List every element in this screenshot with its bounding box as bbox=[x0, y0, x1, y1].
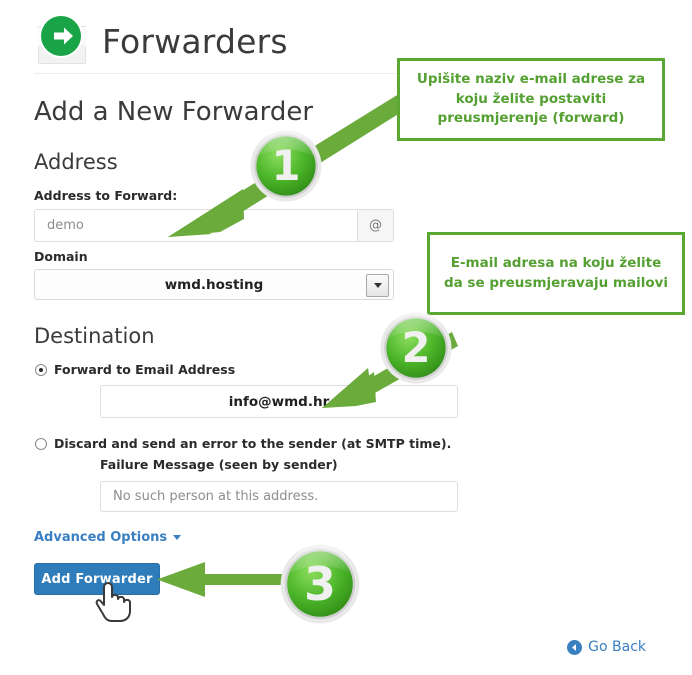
right-arrow-icon bbox=[54, 27, 73, 45]
arrow-left-circle-icon bbox=[567, 639, 583, 655]
radio-forward-label: Forward to Email Address bbox=[54, 362, 236, 377]
annotation-callout-1-text: Upišite naziv e-mail adrese za koju želi… bbox=[416, 71, 646, 127]
address-to-forward-label: Address to Forward: bbox=[34, 188, 178, 203]
radio-forward-to-email[interactable]: Forward to Email Address bbox=[35, 362, 235, 377]
at-symbol-addon: @ bbox=[357, 209, 394, 242]
domain-label: Domain bbox=[34, 249, 88, 264]
annotation-callout-2: E-mail adresa na koju želite da se preus… bbox=[427, 232, 685, 315]
address-section-heading: Address bbox=[34, 150, 118, 174]
destination-section-heading: Destination bbox=[34, 324, 155, 348]
address-input[interactable]: demo bbox=[34, 209, 357, 242]
domain-select[interactable]: wmd.hosting bbox=[34, 269, 394, 300]
step-badge-3-number: 3 bbox=[304, 557, 336, 611]
step-badge-1: 1 bbox=[250, 129, 322, 202]
step-badge-2-number: 2 bbox=[402, 324, 431, 372]
go-back-link[interactable]: Go Back bbox=[567, 639, 646, 655]
page-title: Forwarders bbox=[102, 21, 288, 61]
step-badge-3: 3 bbox=[280, 543, 360, 624]
radio-button-discard[interactable] bbox=[35, 437, 47, 450]
chevron-down-icon[interactable] bbox=[366, 274, 389, 297]
forwarder-envelope-icon bbox=[34, 16, 90, 66]
radio-button-forward[interactable] bbox=[35, 363, 47, 376]
chevron-down-icon bbox=[173, 535, 182, 540]
advanced-options-label: Advanced Options bbox=[34, 530, 168, 545]
annotation-callout-2-text: E-mail adresa na koju želite da se preus… bbox=[443, 254, 669, 291]
radio-discard-and-error[interactable]: Discard and send an error to the sender … bbox=[35, 436, 451, 451]
advanced-options-link[interactable]: Advanced Options bbox=[34, 530, 182, 545]
step-badge-1-number: 1 bbox=[272, 142, 301, 190]
hand-cursor-icon bbox=[95, 582, 131, 622]
annotation-callout-1: Upišite naziv e-mail adrese za koju želi… bbox=[397, 58, 665, 141]
failure-message-input[interactable]: No such person at this address. bbox=[100, 481, 458, 512]
annotation-arrow-3 bbox=[157, 562, 295, 597]
go-back-label: Go Back bbox=[588, 639, 646, 655]
step-badge-2: 2 bbox=[380, 311, 452, 384]
destination-email-input[interactable]: info@wmd.hr bbox=[100, 385, 458, 418]
page-heading: Add a New Forwarder bbox=[34, 97, 314, 127]
failure-message-label: Failure Message (seen by sender) bbox=[100, 457, 338, 472]
radio-discard-label: Discard and send an error to the sender … bbox=[54, 436, 452, 451]
domain-select-value: wmd.hosting bbox=[164, 276, 264, 293]
